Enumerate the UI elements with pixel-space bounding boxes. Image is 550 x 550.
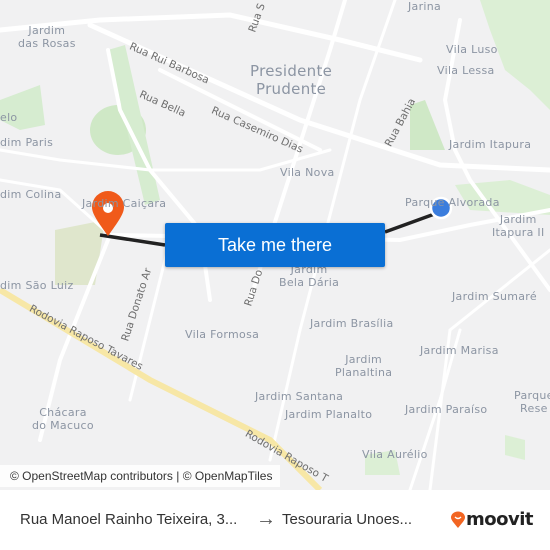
take-me-there-button[interactable]: Take me there [165,223,385,267]
label-jardim-sumare: Jardim Sumaré [452,290,537,303]
map-attribution[interactable]: © OpenStreetMap contributors | © OpenMap… [0,465,281,487]
label-vila-lessa: Vila Lessa [437,64,495,77]
label-vila-luso: Vila Luso [446,43,498,56]
label-jardim-caicara: Jardim Caiçara [82,197,167,210]
map[interactable]: Presidente Prudente Jardim das Rosas Jari… [0,0,550,490]
moovit-wordmark: moovit [466,509,534,530]
label-line: Jardim [345,353,383,366]
label-jardim-itapura-ii: Jardim Itapura II [492,213,545,239]
label-vila-nova: Vila Nova [280,166,335,179]
label-jardim-sao-luiz: dim São Luiz [0,279,74,292]
label-line: do Macuco [32,419,94,432]
label-line: Itapura II [492,226,545,239]
label-jardim-das-rosas: Jardim das Rosas [18,24,76,50]
label-parque-rese: Parque Rese [514,389,550,415]
label-chacara-do-macuco: Chácara do Macuco [32,406,94,432]
label-line: Chácara [39,406,87,419]
label-line: Rese [520,402,548,415]
label-jarina: Jarina [408,0,442,13]
label-jardim-paris: dim Paris [0,136,54,149]
label-jardim-marisa: Jardim Marisa [420,344,499,357]
label-jardim-planalto: Jardim Planalto [285,408,373,421]
origin-name: Rua Manoel Rainho Teixeira, 3... [20,511,238,528]
label-vila-aurelio: Vila Aurélio [362,448,428,461]
label-elo: elo [0,111,18,124]
label-line: Bela Dária [279,276,340,289]
label-line: Jardim [499,213,537,226]
label-jardim-santana: Jardim Santana [255,390,344,403]
label-line: das Rosas [18,37,76,50]
moovit-pin-icon [451,511,465,528]
label-jardim-planaltina: Jardim Planaltina [335,353,392,379]
label-jardim-brasilia: Jardim Brasília [310,317,394,330]
label-jardim-itapura: Jardim Itapura [449,138,532,151]
arrow-right-icon: → [256,508,276,530]
city-label-line2: Prudente [255,80,327,98]
label-jardim-colina: dim Colina [0,188,62,201]
label-line: Parque [514,389,550,402]
city-label: Presidente Prudente [250,62,332,98]
footer-bar: Rua Manoel Rainho Teixeira, 3... → Tesou… [0,490,550,550]
label-jardim-paraiso: Jardim Paraíso [405,403,488,416]
label-line: Jardim [28,24,66,37]
label-parque-alvorada: Parque Alvorada [405,196,500,209]
label-vila-formosa: Vila Formosa [185,328,260,341]
route-line-east [384,210,441,234]
label-line: Planaltina [335,366,393,379]
city-label-line1: Presidente [250,62,333,80]
moovit-logo[interactable]: moovit [450,509,534,530]
destination-name: Tesouraria Unoes... [282,511,413,528]
